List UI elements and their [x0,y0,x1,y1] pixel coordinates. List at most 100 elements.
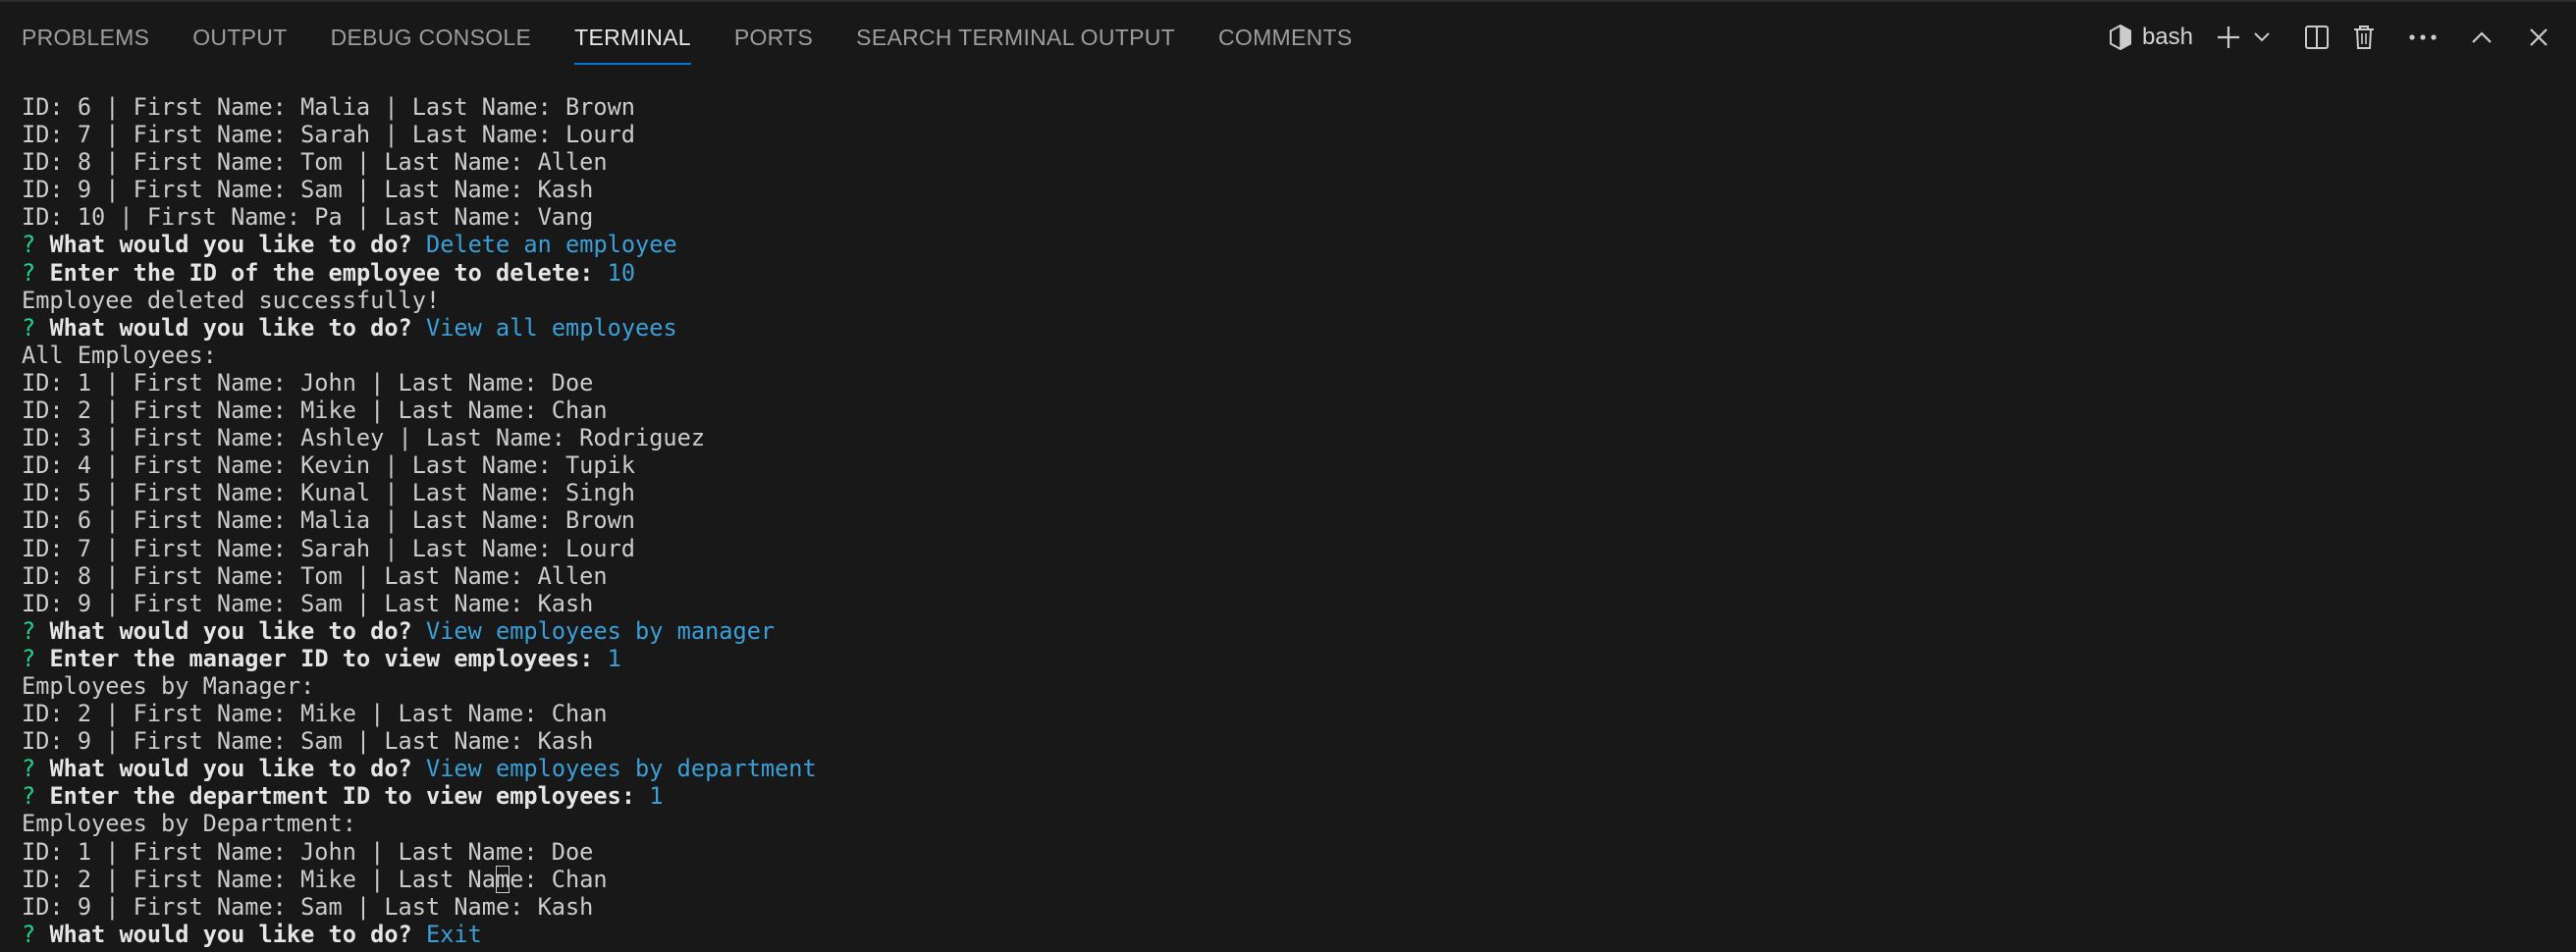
terminal-output-line: Employees by Manager: [22,672,2576,700]
terminal-output-line: ID: 1 | First Name: John | Last Name: Do… [22,369,2576,397]
prompt-mark: ? [22,644,36,672]
prompt-answer: View employees by department [425,755,817,783]
prompt-mark: ? [22,782,36,811]
terminal-output-line: ID: 10 | First Name: Pa | Last Name: Van… [22,203,2576,231]
prompt-mark: ? [22,755,36,783]
terminal-prompt-line: ? Enter the ID of the employee to delete… [22,259,2576,287]
terminal-line-text: ID: 2 | First Name: Mike | Last Name: Ch… [22,397,608,425]
terminal-line-text: ID: 1 | First Name: John | Last Name: Do… [22,837,594,866]
terminal-line-text: ID: 9 | First Name: Sam | Last Name: Kas… [22,176,594,204]
prompt-question: What would you like to do? [49,616,412,645]
chevron-down-icon [2253,31,2271,43]
terminal-output-line: ID: 2 | First Name: Mike | Last Name: Ch… [22,397,2576,424]
prompt-question: Enter the ID of the employee to delete: [49,258,594,287]
ellipsis-icon [2408,32,2438,42]
prompt-mark: ? [22,231,36,259]
panel-tabs: PROBLEMS OUTPUT DEBUG CONSOLE TERMINAL PORTS… [0,2,1374,73]
terminal-output-line: ID: 4 | First Name: Kevin | Last Name: T… [22,451,2576,479]
terminal-output-line: All Employees: [22,342,2576,369]
terminal-line-text: ID: 9 | First Name: Sam | Last Name: Kas… [22,727,594,756]
terminal-line-text: Employees by Department: [22,810,356,838]
terminal-output-line: ID: 9 | First Name: Sam | Last Name: Kas… [22,727,2576,755]
terminal-shell-selector[interactable]: bash [2101,16,2201,59]
terminal-output-line: ID: 9 | First Name: Sam | Last Name: Kas… [22,176,2576,203]
trash-icon [2351,24,2377,51]
terminal-output-line: ID: 3 | First Name: Ashley | Last Name: … [22,424,2576,451]
terminal-line-text: ID: 1 | First Name: John | Last Name: Do… [22,368,594,397]
terminal-line-text: ID: 6 | First Name: Malia | Last Name: B… [22,93,636,121]
terminal-output-line: ID: 7 | First Name: Sarah | Last Name: L… [22,535,2576,562]
terminal-line-text: ID: 8 | First Name: Tom | Last Name: All… [22,148,608,177]
terminal-output-line: ID: 9 | First Name: Sam | Last Name: Kas… [22,590,2576,617]
prompt-answer: 1 [649,782,664,811]
prompt-question: What would you like to do? [49,755,412,783]
terminal-line-text: ID: 10 | First Name: Pa | Last Name: Van… [22,203,594,232]
terminal-line-text: ID: 9 | First Name: Sam | Last Name: Kas… [22,589,594,617]
terminal-line-text: ID: 4 | First Name: Kevin | Last Name: T… [22,451,636,480]
terminal-output-line: Employee deleted successfully! [22,287,2576,314]
terminal-prompt-line: ? What would you like to do? View employ… [22,617,2576,645]
split-editor-icon [2303,24,2331,51]
terminal-cursor: m [495,865,510,893]
terminal-output-line: ID: 8 | First Name: Tom | Last Name: All… [22,562,2576,590]
terminal-line-text: ID: 2 | First Name: Mike | Last Name: Ch… [22,700,608,728]
new-terminal-group [2209,14,2276,61]
terminal-line-text: ID: 6 | First Name: Malia | Last Name: B… [22,506,636,535]
terminal-output[interactable]: ID: 6 | First Name: Malia | Last Name: B… [22,93,2576,952]
terminal-line-text: ID: 5 | First Name: Kunal | Last Name: S… [22,479,636,507]
terminal-output-line: ID: 5 | First Name: Kunal | Last Name: S… [22,479,2576,506]
terminal-line-text: ID: 3 | First Name: Ashley | Last Name: … [22,424,706,452]
tab-search-terminal-output[interactable]: SEARCH TERMINAL OUTPUT [834,2,1197,73]
kill-terminal-button[interactable] [2340,14,2388,61]
terminal-output-line: ID: 9 | First Name: Sam | Last Name: Kas… [22,893,2576,921]
more-actions-button[interactable] [2399,14,2446,61]
terminal-panel: PROBLEMS OUTPUT DEBUG CONSOLE TERMINAL PORTS… [0,0,2576,952]
terminal-output-line: Employees by Department: [22,810,2576,837]
terminal-actions: bash [2101,2,2562,73]
tab-output[interactable]: OUTPUT [171,2,308,73]
prompt-question: What would you like to do? [49,231,412,259]
tab-terminal[interactable]: TERMINAL [553,2,713,73]
prompt-question: What would you like to do? [49,313,412,342]
terminal-output-line: ID: 7 | First Name: Sarah | Last Name: L… [22,121,2576,148]
tab-debug-console[interactable]: DEBUG CONSOLE [309,2,554,73]
prompt-question: What would you like to do? [49,920,412,948]
split-terminal-button[interactable] [2293,14,2340,61]
terminal-prompt-line: ? What would you like to do? View employ… [22,755,2576,782]
prompt-answer: View all employees [425,313,677,342]
panel-tab-bar: PROBLEMS OUTPUT DEBUG CONSOLE TERMINAL PORTS… [0,2,2576,73]
close-panel-button[interactable] [2515,14,2562,61]
terminal-prompt-line: ? Enter the department ID to view employ… [22,782,2576,810]
terminal-line-text: ID: 8 | First Name: Tom | Last Name: All… [22,561,608,590]
tab-problems[interactable]: PROBLEMS [0,2,171,73]
launch-profile-dropdown[interactable] [2248,14,2276,61]
terminal-shell-label: bash [2141,24,2193,50]
terminal-line-text: ID: 2 | First Name: Mike | Last Name: Ch… [22,865,608,893]
terminal-output-line: ID: 2 | First Name: Mike | Last Name: Ch… [22,865,2576,893]
prompt-answer: 10 [607,258,636,287]
close-icon [2527,26,2550,49]
terminal-line-text: ID: 7 | First Name: Sarah | Last Name: L… [22,121,636,149]
terminal-prompt-line: ? Enter the manager ID to view employees… [22,645,2576,672]
maximize-panel-button[interactable] [2458,14,2505,61]
prompt-mark: ? [22,920,36,948]
prompt-answer: 1 [607,644,621,672]
terminal-output-line: ID: 6 | First Name: Malia | Last Name: B… [22,93,2576,121]
chevron-up-icon [2470,29,2494,45]
plus-icon [2215,24,2242,51]
prompt-answer: View employees by manager [425,616,776,645]
terminal-output-line: ID: 2 | First Name: Mike | Last Name: Ch… [22,700,2576,727]
tab-comments[interactable]: COMMENTS [1197,2,1374,73]
prompt-mark: ? [22,258,36,287]
new-terminal-button[interactable] [2209,14,2248,61]
tab-ports[interactable]: PORTS [713,2,834,73]
terminal-line-text: Employee deleted successfully! [22,286,441,314]
terminal-line-text: ID: 7 | First Name: Sarah | Last Name: L… [22,534,636,562]
terminal-prompt-line: ? What would you like to do? Delete an e… [22,231,2576,258]
prompt-question: Enter the manager ID to view employees: [49,644,594,672]
terminal-output-line: ID: 1 | First Name: John | Last Name: Do… [22,838,2576,866]
terminal-prompt-line: ? What would you like to do? Exit [22,921,2576,948]
terminal-prompt-line: ? What would you like to do? View all em… [22,314,2576,342]
terminal-line-text: Employees by Manager: [22,671,315,700]
terminal-output-line: ID: 8 | First Name: Tom | Last Name: All… [22,148,2576,176]
